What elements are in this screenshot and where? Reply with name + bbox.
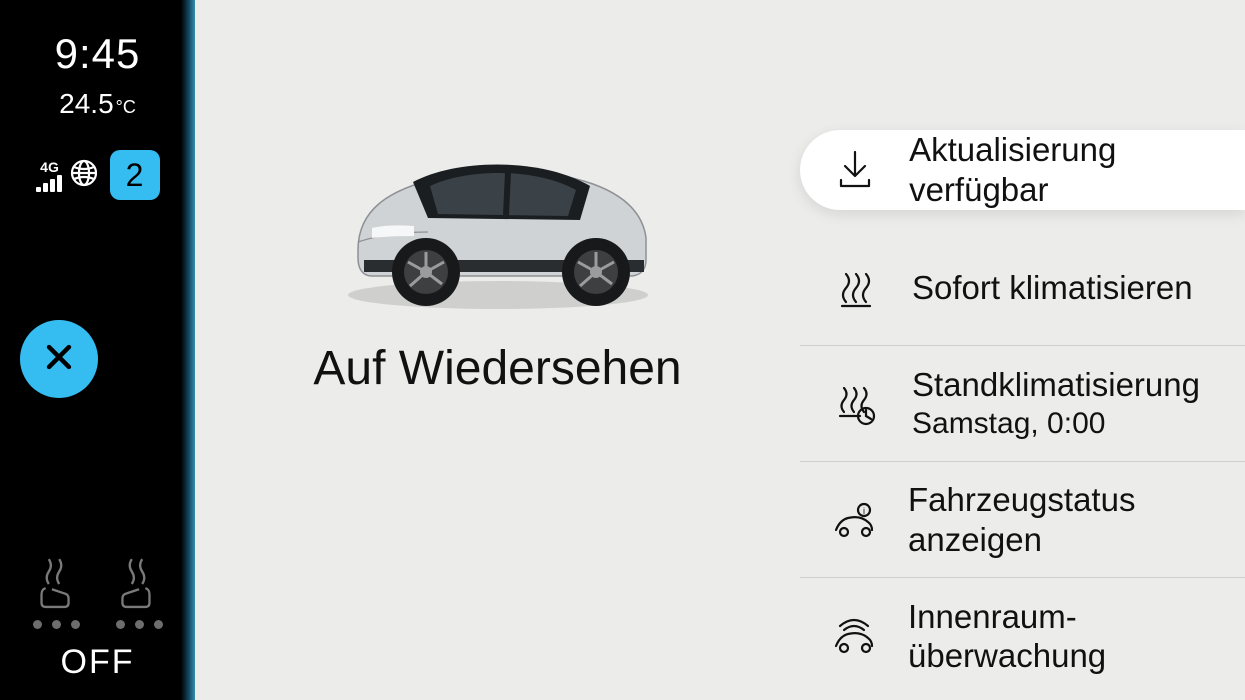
notification-badge[interactable]: 2 — [110, 150, 160, 200]
temperature-value: 24.5 — [59, 88, 114, 120]
network-label: 4G — [40, 159, 59, 175]
seat-left-button[interactable] — [33, 557, 80, 629]
vehicle-illustration — [318, 110, 678, 325]
menu-label: Aktualisierung verfügbar — [909, 130, 1245, 209]
seat-heater-icon — [116, 596, 158, 613]
menu-label: Sofort klimatisieren — [912, 268, 1193, 308]
seat-right-level-dots — [116, 620, 163, 629]
seat-climate-area: OFF — [0, 557, 195, 700]
seat-right-button[interactable] — [116, 557, 163, 629]
menu-item-vehicle-status[interactable]: i Fahrzeugstatus anzeigen — [800, 462, 1245, 578]
climate-now-icon — [830, 264, 882, 312]
greeting-title: Auf Wiedersehen — [313, 341, 681, 396]
main-panel: Auf Wiedersehen Aktualisierung verfügbar — [195, 0, 1245, 700]
seat-heater-icon — [33, 596, 75, 613]
menu-sublabel: Samstag, 0:00 — [912, 406, 1200, 442]
menu-item-climate-schedule[interactable]: Standklimatisierung Samstag, 0:00 — [800, 346, 1245, 462]
vehicle-status-icon: i — [830, 496, 878, 544]
action-menu: Aktualisierung verfügbar Sofort klimatis… — [800, 0, 1245, 700]
outside-temperature: 24.5 °C — [59, 88, 136, 120]
temperature-unit: °C — [116, 97, 136, 118]
menu-item-update[interactable]: Aktualisierung verfügbar — [800, 130, 1245, 210]
hero-panel: Auf Wiedersehen — [195, 0, 800, 700]
interior-monitoring-icon — [830, 612, 878, 660]
clock: 9:45 — [55, 30, 141, 78]
close-icon — [42, 340, 76, 379]
signal-icon — [36, 175, 62, 192]
svg-text:i: i — [863, 506, 865, 516]
infotainment-screen: 9:45 24.5 °C 4G 2 — [0, 0, 1245, 700]
climate-schedule-icon — [830, 380, 882, 428]
climate-off-label: OFF — [61, 643, 135, 682]
network-block: 4G — [36, 159, 64, 192]
menu-label: Innenraum- überwachung — [908, 597, 1245, 676]
seat-left-level-dots — [33, 620, 80, 629]
status-sidebar: 9:45 24.5 °C 4G 2 — [0, 0, 195, 700]
menu-label: Standklimatisierung — [912, 365, 1200, 405]
globe-icon — [68, 157, 100, 194]
menu-item-interior-monitoring[interactable]: Innenraum- überwachung — [800, 578, 1245, 694]
menu-item-climatize-now[interactable]: Sofort klimatisieren — [800, 230, 1245, 346]
connectivity-row: 4G 2 — [36, 150, 160, 200]
menu-label: Fahrzeugstatus anzeigen — [908, 480, 1245, 559]
download-icon — [830, 146, 879, 194]
close-button[interactable] — [20, 320, 98, 398]
